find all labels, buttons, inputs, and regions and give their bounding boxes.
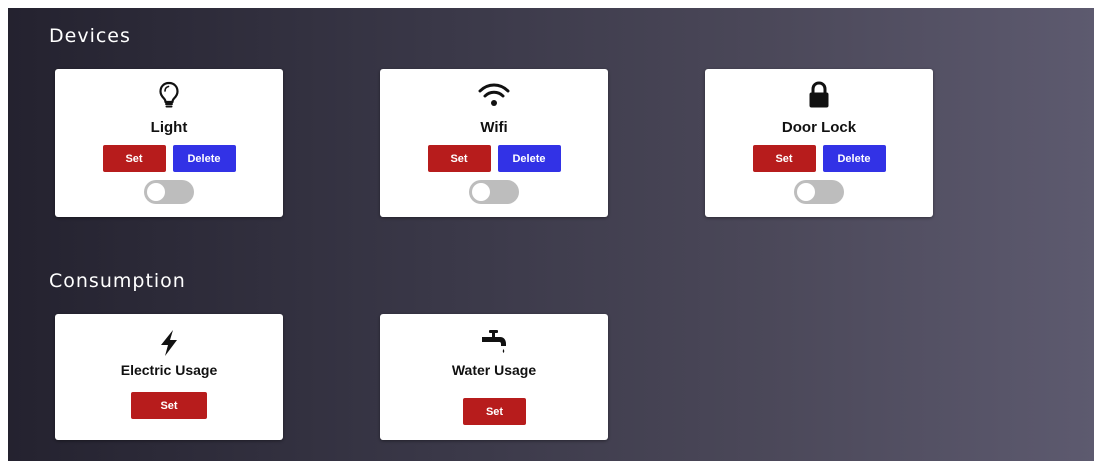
usage-card-water: Water Usage Set — [380, 314, 608, 440]
door-lock-delete-button[interactable]: Delete — [822, 145, 886, 172]
lock-icon — [705, 79, 933, 111]
device-label-wifi: Wifi — [480, 119, 508, 136]
water-usage-set-button[interactable]: Set — [463, 398, 526, 425]
dashboard-panel: Devices Light Set Delete Wifi Set Delete… — [8, 8, 1094, 461]
wifi-delete-button[interactable]: Delete — [497, 145, 561, 172]
consumption-section-title: Consumption — [49, 270, 186, 292]
door-lock-set-button[interactable]: Set — [752, 145, 816, 172]
device-label-door-lock: Door Lock — [781, 119, 857, 136]
device-actions-light: Set Delete — [55, 145, 283, 172]
toggle-knob — [147, 183, 165, 201]
light-set-button[interactable]: Set — [102, 145, 166, 172]
lightbulb-icon — [55, 79, 283, 111]
toggle-knob — [472, 183, 490, 201]
usage-card-electric: Electric Usage Set — [55, 314, 283, 440]
light-delete-button[interactable]: Delete — [172, 145, 236, 172]
device-actions-door-lock: Set Delete — [705, 145, 933, 172]
devices-section-title: Devices — [49, 25, 131, 47]
device-card-door-lock: Door Lock Set Delete — [705, 69, 933, 217]
usage-label-electric: Electric Usage — [120, 362, 218, 378]
wifi-icon — [380, 79, 608, 111]
door-lock-toggle[interactable] — [794, 180, 844, 204]
device-actions-wifi: Set Delete — [380, 145, 608, 172]
faucet-icon — [380, 327, 608, 359]
toggle-knob — [797, 183, 815, 201]
wifi-toggle[interactable] — [469, 180, 519, 204]
device-card-wifi: Wifi Set Delete — [380, 69, 608, 217]
electric-usage-set-button[interactable]: Set — [131, 392, 207, 419]
wifi-set-button[interactable]: Set — [427, 145, 491, 172]
device-label-light: Light — [150, 119, 188, 136]
usage-label-water: Water Usage — [451, 362, 537, 378]
light-toggle[interactable] — [144, 180, 194, 204]
device-card-light: Light Set Delete — [55, 69, 283, 217]
lightning-bolt-icon — [55, 327, 283, 359]
